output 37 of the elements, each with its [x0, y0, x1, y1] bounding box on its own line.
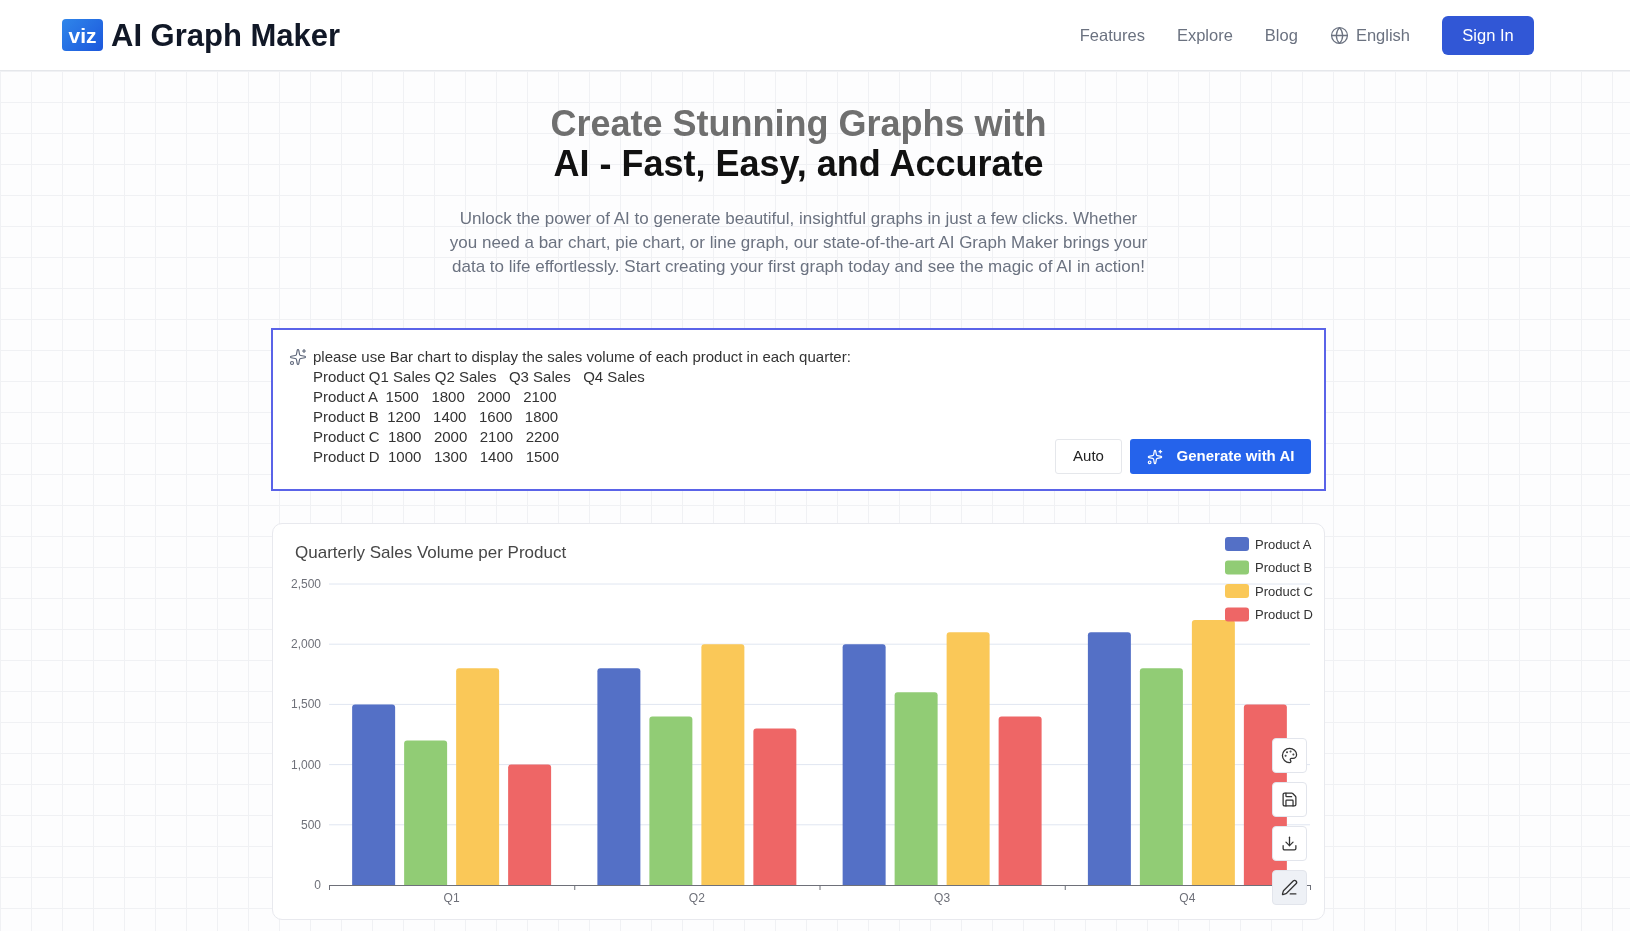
site-title[interactable]: AI Graph Maker — [111, 19, 341, 51]
download-icon — [1281, 835, 1298, 852]
axis-label: 2,500 — [290, 577, 321, 591]
nav-link[interactable]: Explore — [1176, 22, 1233, 48]
chart-title: Quarterly Sales Volume per Product — [295, 543, 567, 562]
axis-label: Q4 — [1179, 891, 1196, 905]
globe-icon — [1329, 25, 1349, 45]
axis-label: Q2 — [688, 891, 705, 905]
axis-label: Q3 — [934, 891, 951, 905]
sparkles-icon — [1146, 448, 1163, 465]
prompt-input[interactable]: please use Bar chart to display the sales volume of each product in each quarter: Product Q1 Sales Q2 Sales Q3 Sales Q4 Sales Product A 1500 1800 2000 2100 Product B 1200 1400 1600 1800 Product C 1800 2000 2100 2200 Product D 1000 1300 1400 1500 — [313, 347, 851, 467]
hero-description: Unlock the power of AI to generate beautiful, insightful graphs in just a few clicks. Whether you need a bar chart, pie chart, or line graph, our state-of-the-art AI Graph Maker brings your data to life effortlessly. Start creating your first graph today and see the magic of AI in action! — [448, 208, 1149, 278]
nav-link[interactable]: Features — [1079, 22, 1145, 48]
axis-label: Q1 — [443, 891, 460, 905]
legend-label: Product C — [1255, 583, 1313, 599]
pencil-icon — [1281, 879, 1298, 896]
sign-in-button[interactable]: Sign In — [1442, 15, 1534, 55]
language-selector[interactable]: English — [1329, 22, 1410, 48]
legend-label: Product B — [1255, 560, 1313, 575]
nav-link[interactable]: Blog — [1264, 22, 1298, 48]
palette-icon — [1281, 747, 1298, 764]
axis-label: 1,000 — [290, 757, 321, 772]
edit-button[interactable] — [1272, 870, 1307, 905]
palette-button[interactable] — [1272, 738, 1307, 773]
axis-label: 1,500 — [290, 697, 321, 712]
axis-label: 2,000 — [290, 637, 321, 652]
axis-label: 500 — [300, 817, 321, 832]
download-button[interactable] — [1272, 826, 1307, 861]
axis-label: 0 — [314, 878, 321, 892]
generate-button[interactable]: Generate with AI — [1130, 439, 1311, 474]
auto-button[interactable]: Auto — [1055, 439, 1122, 474]
logo-mark[interactable]: viz — [62, 19, 103, 51]
legend-label: Product A — [1255, 536, 1312, 552]
legend-label: Product D — [1255, 607, 1313, 622]
sparkles-icon — [289, 348, 307, 366]
save-button[interactable] — [1272, 782, 1307, 817]
hero-title: Create Stunning Graphs with AI - Fast, Easy, and Accurate — [550, 104, 1047, 184]
